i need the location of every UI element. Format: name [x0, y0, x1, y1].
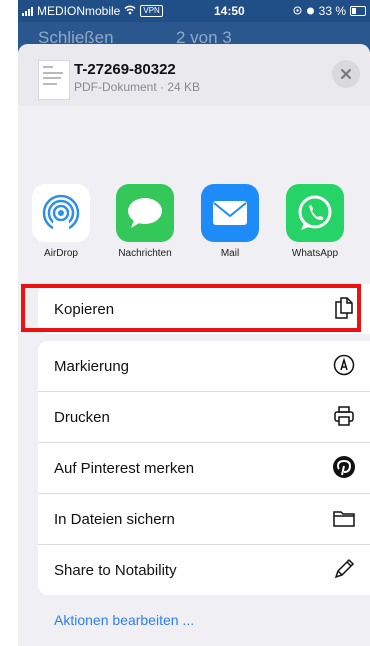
share-sheet: T-27269-80322 PDF-Dokument · 24 KB AirDr… [18, 44, 370, 646]
action-label: Markierung [54, 357, 130, 375]
actions-group: Markierung Drucken Auf Pinterest merken … [38, 341, 370, 595]
markup-icon [332, 353, 356, 377]
copy-highlight-frame [21, 284, 361, 332]
action-print[interactable]: Drucken [38, 391, 370, 442]
action-save-files[interactable]: In Dateien sichern [38, 493, 370, 544]
action-label: Drucken [54, 408, 110, 426]
signal-icon [22, 6, 33, 16]
battery-percent: 33 % [318, 4, 346, 18]
close-icon [341, 69, 351, 79]
close-button[interactable] [332, 60, 360, 88]
app-share-row: AirDrop Nachrichten Mail WhatsApp [18, 184, 370, 276]
app-label: Nachrichten [118, 248, 172, 259]
messages-icon [116, 184, 174, 242]
mail-icon [201, 184, 259, 242]
status-bar: MEDIONmobile VPN 14:50 33 % [18, 0, 370, 22]
location-icon [293, 4, 302, 18]
whatsapp-icon [286, 184, 344, 242]
document-thumbnail [38, 60, 70, 100]
airdrop-icon [32, 184, 90, 242]
clock: 14:50 [214, 4, 245, 18]
printer-icon [332, 404, 356, 428]
action-label: In Dateien sichern [54, 510, 175, 528]
action-label: Auf Pinterest merken [54, 459, 195, 477]
app-label: AirDrop [44, 248, 78, 259]
wifi-icon [124, 4, 136, 18]
vpn-badge: VPN [140, 5, 163, 17]
carrier-name: MEDIONmobile [37, 4, 121, 18]
pencil-icon [332, 557, 356, 581]
folder-icon [332, 506, 356, 530]
edit-actions-link[interactable]: Aktionen bearbeiten ... [54, 612, 194, 628]
document-title: T-27269-80322 [74, 61, 176, 78]
alarm-icon [306, 4, 315, 18]
app-nachrichten[interactable]: Nachrichten [113, 184, 177, 259]
action-pinterest[interactable]: Auf Pinterest merken [38, 442, 370, 493]
pinterest-icon [332, 455, 356, 479]
app-whatsapp[interactable]: WhatsApp [283, 184, 347, 259]
share-sheet-header: T-27269-80322 PDF-Dokument · 24 KB [18, 44, 370, 106]
action-label: Share to Notability [54, 561, 177, 579]
battery-icon [350, 6, 366, 16]
app-mail[interactable]: Mail [198, 184, 262, 259]
phone-screen: MEDIONmobile VPN 14:50 33 % Schließen 2 … [18, 0, 370, 646]
document-subtitle: PDF-Dokument · 24 KB [74, 80, 201, 94]
action-markup[interactable]: Markierung [38, 341, 370, 391]
app-airdrop[interactable]: AirDrop [29, 184, 93, 259]
app-label: Mail [220, 248, 240, 259]
app-label: WhatsApp [291, 248, 339, 259]
action-notability[interactable]: Share to Notability [38, 544, 370, 595]
